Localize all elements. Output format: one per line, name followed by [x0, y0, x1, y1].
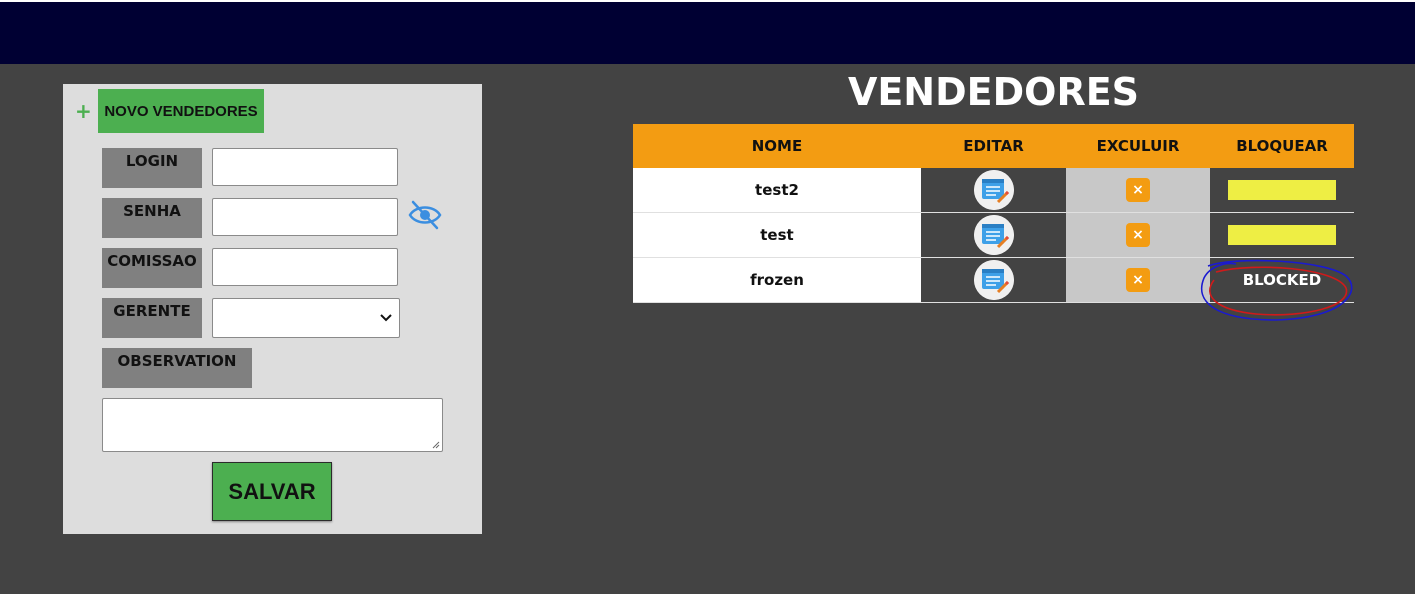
chevron-down-icon	[380, 314, 392, 322]
delete-cell: ×	[1066, 213, 1210, 257]
comissao-label: COMISSAO	[102, 248, 202, 288]
save-button[interactable]: SALVAR	[212, 462, 332, 521]
edit-cell	[921, 168, 1066, 212]
delete-cell: ×	[1066, 168, 1210, 212]
block-cell	[1210, 213, 1354, 257]
table-row: test2 ×	[633, 168, 1354, 213]
close-icon[interactable]: ×	[1126, 178, 1150, 202]
eye-slash-icon[interactable]	[407, 199, 443, 231]
seller-name: test2	[633, 168, 921, 212]
header-excluir: EXCULUIR	[1096, 137, 1180, 155]
delete-cell: ×	[1066, 258, 1210, 302]
login-field[interactable]	[212, 148, 398, 186]
block-toggle[interactable]	[1228, 225, 1336, 245]
comissao-field[interactable]	[212, 248, 398, 286]
close-icon[interactable]: ×	[1126, 223, 1150, 247]
edit-list-icon[interactable]	[973, 260, 1014, 300]
header-editar: EDITAR	[963, 137, 1024, 155]
blocked-status[interactable]: BLOCKED	[1243, 271, 1322, 289]
senha-field[interactable]	[212, 198, 398, 236]
observation-label: OBSERVATION	[102, 348, 252, 388]
gerente-label: GERENTE	[102, 298, 202, 338]
resize-grip-icon[interactable]	[432, 441, 440, 449]
new-seller-button[interactable]: NOVO VENDEDORES	[98, 89, 264, 133]
observation-textarea[interactable]	[102, 398, 443, 452]
plus-icon[interactable]: +	[75, 101, 92, 121]
sellers-table: NOME EDITAR EXCULUIR BLOQUEAR test2 × te…	[633, 124, 1354, 303]
block-cell	[1210, 168, 1354, 212]
senha-label: SENHA	[102, 198, 202, 238]
table-row: frozen × BLOCKED	[633, 258, 1354, 303]
block-cell: BLOCKED	[1210, 258, 1354, 302]
edit-list-icon[interactable]	[973, 215, 1014, 255]
top-navbar	[0, 0, 1415, 64]
page-title: VENDEDORES	[847, 70, 1140, 114]
gerente-select[interactable]	[212, 298, 400, 338]
edit-cell	[921, 258, 1066, 302]
header-bloquear: BLOQUEAR	[1236, 137, 1328, 155]
new-seller-form: + NOVO VENDEDORES LOGIN SENHA COMISSAO G…	[63, 84, 482, 534]
seller-name: frozen	[633, 258, 921, 302]
table-header: NOME EDITAR EXCULUIR BLOQUEAR	[633, 124, 1354, 168]
close-icon[interactable]: ×	[1126, 268, 1150, 292]
edit-list-icon[interactable]	[973, 170, 1014, 210]
login-label: LOGIN	[102, 148, 202, 188]
header-nome: NOME	[751, 137, 803, 155]
edit-cell	[921, 213, 1066, 257]
table-row: test ×	[633, 213, 1354, 258]
block-toggle[interactable]	[1228, 180, 1336, 200]
seller-name: test	[633, 213, 921, 257]
